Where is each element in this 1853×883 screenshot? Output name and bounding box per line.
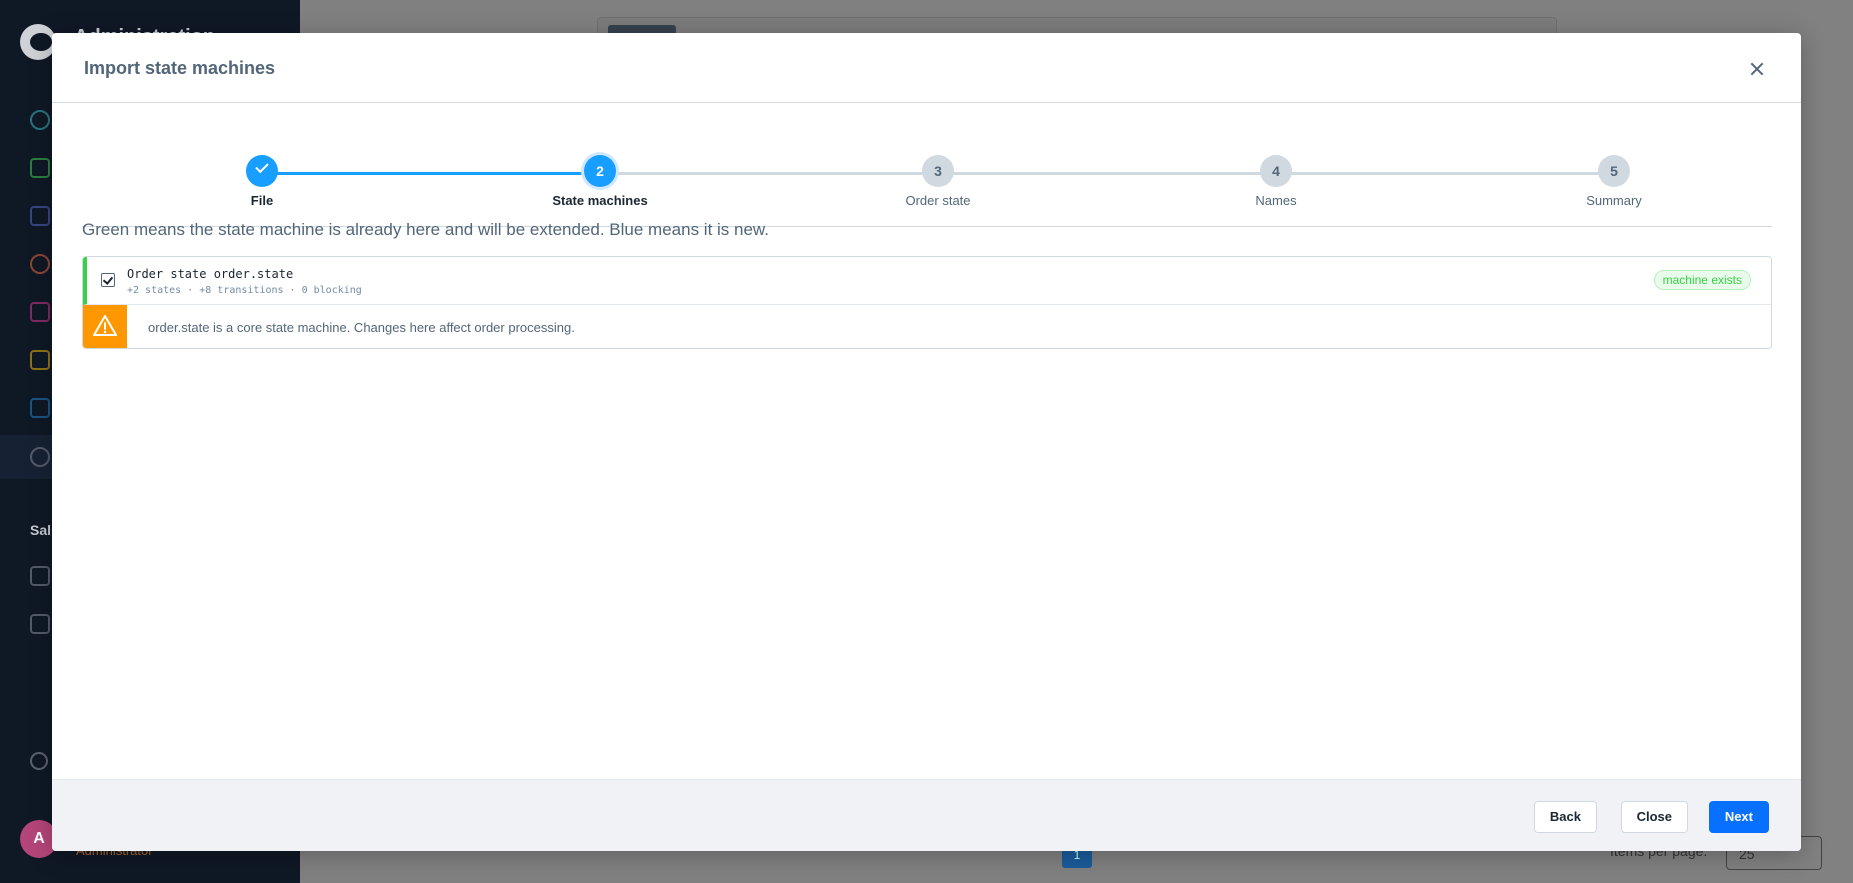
next-button[interactable]: Next (1708, 801, 1769, 833)
marketing-icon (30, 350, 50, 370)
step-summary[interactable]: 5 Summary (1524, 155, 1704, 208)
step-file[interactable]: File (172, 155, 352, 208)
warning-strip (83, 305, 127, 348)
step-label: File (250, 193, 274, 208)
app-logo-icon (20, 24, 56, 60)
storefront-icon (30, 614, 50, 634)
state-machine-name: Order state order.state (127, 267, 294, 281)
step-label: Order state (905, 193, 971, 208)
extensions-icon (30, 398, 50, 418)
import-state-machines-modal: Import state machines File 2 State machi… (52, 33, 1801, 851)
warning-icon (93, 315, 117, 336)
modal-footer: Back Close Next (52, 779, 1801, 851)
warning-text: order.state is a core state machine. Cha… (148, 320, 575, 335)
step-number: 3 (922, 155, 954, 187)
intro-text: Green means the state machine is already… (82, 220, 769, 239)
list-right-edge (1802, 0, 1853, 883)
state-machine-row[interactable]: Order state order.state +2 states · +8 t… (83, 257, 1771, 305)
step-label: State machines (552, 193, 648, 208)
modal-title: Import state machines (84, 58, 276, 78)
modal-header: Import state machines (52, 33, 1801, 103)
step-number: 4 (1260, 155, 1292, 187)
warning-banner: order.state is a core state machine. Cha… (83, 305, 1771, 348)
sidebar-section-title: Sal (30, 522, 52, 538)
gear-icon (30, 447, 50, 467)
dashboard-icon (30, 110, 50, 130)
state-machine-card: Order state order.state +2 states · +8 t… (82, 256, 1772, 349)
step-label: Names (1255, 193, 1297, 208)
back-button[interactable]: Back (1533, 801, 1597, 833)
collapse-sidebar-icon (30, 752, 48, 770)
step-order-state[interactable]: 3 Order state (848, 155, 1028, 208)
step-number: 5 (1598, 155, 1630, 187)
basket-icon (30, 566, 50, 586)
step-names[interactable]: 4 Names (1186, 155, 1366, 208)
step-state-machines[interactable]: 2 State machines (510, 155, 690, 208)
step-number: 2 (584, 155, 616, 187)
catalogue-icon (30, 158, 50, 178)
step-label: Summary (1586, 193, 1642, 208)
close-button[interactable]: Close (1620, 801, 1688, 833)
stepper: File 2 State machines 3 Order state 4 Na… (82, 117, 1772, 227)
step-line-pending (600, 172, 1600, 175)
status-badge: machine exists (1653, 270, 1751, 290)
customers-icon (30, 254, 50, 274)
close-icon[interactable] (1743, 55, 1771, 83)
state-machine-meta: +2 states · +8 transitions · 0 blocking (127, 285, 362, 296)
state-machine-checkbox[interactable] (101, 273, 115, 287)
content-icon (30, 302, 50, 322)
orders-icon (30, 206, 50, 226)
checkmark-icon (246, 155, 278, 187)
